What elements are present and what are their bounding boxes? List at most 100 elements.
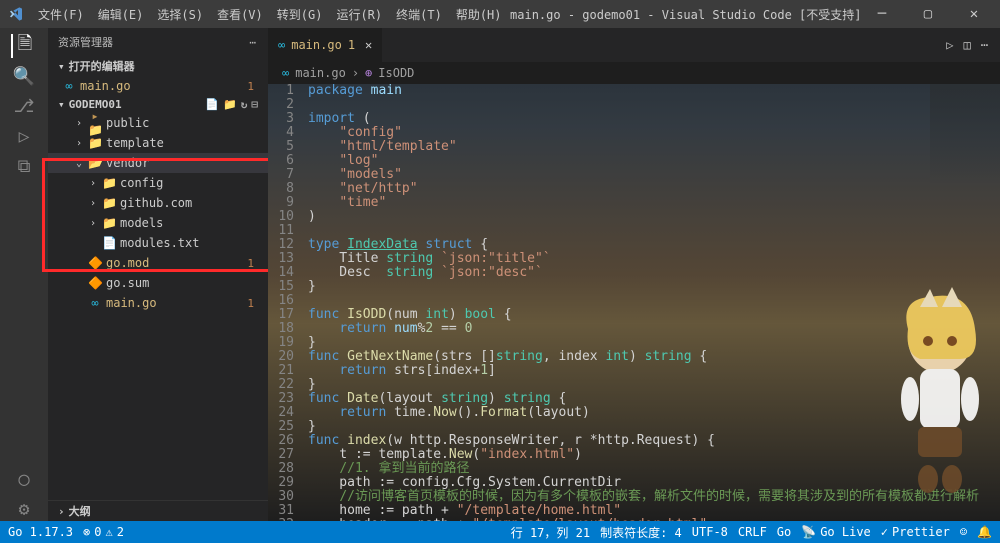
editor-tabs: ∞ main.go 1 ✕ ▷ ◫ ⋯ (268, 28, 1000, 62)
code-line[interactable]: 28 //1. 拿到当前的路径 (268, 462, 1000, 476)
code-line[interactable]: 15} (268, 280, 1000, 294)
status-feedback-icon[interactable]: ☺ (960, 524, 967, 541)
folder-template[interactable]: › 📁 template (48, 133, 268, 153)
status-eol[interactable]: CRLF (738, 524, 767, 541)
settings-gear-icon[interactable]: ⚙ (12, 497, 36, 521)
line-number: 16 (268, 294, 308, 308)
tab-main-go[interactable]: ∞ main.go 1 ✕ (268, 28, 383, 62)
search-icon[interactable]: 🔍 (12, 64, 36, 88)
code-line[interactable]: 14 Desc string `json:"desc"` (268, 266, 1000, 280)
status-problems[interactable]: ⊗0 ⚠2 (83, 525, 124, 539)
go-file-icon: ∞ (88, 296, 102, 310)
chevron-down-icon[interactable]: ▾ (58, 98, 65, 111)
file-modules-txt[interactable]: 📄 modules.txt (48, 233, 268, 253)
folder-models[interactable]: › 📁 models (48, 213, 268, 233)
explorer-icon[interactable]: 🗎 (11, 34, 35, 58)
chevron-right-icon: › (88, 218, 98, 229)
code-line[interactable]: 1package main (268, 84, 1000, 98)
refresh-icon[interactable]: ↻ (241, 98, 248, 111)
split-editor-icon[interactable]: ◫ (964, 38, 971, 52)
code-line[interactable]: 7 "models" (268, 168, 1000, 182)
status-bell-icon[interactable]: 🔔 (977, 524, 992, 541)
folder-config[interactable]: › 📁 config (48, 173, 268, 193)
code-line[interactable]: 18 return num%2 == 0 (268, 322, 1000, 336)
sidebar-more-icon[interactable]: ⋯ (249, 36, 258, 49)
breadcrumb[interactable]: ∞ main.go › ⊕ IsODD (268, 62, 1000, 84)
status-cursor[interactable]: 行 17，列 21 (511, 524, 590, 541)
code-area[interactable]: 1package main23import (4 "config"5 "html… (268, 84, 1000, 521)
close-tab-icon[interactable]: ✕ (365, 38, 372, 52)
line-number: 3 (268, 112, 308, 126)
code-line[interactable]: 16 (268, 294, 1000, 308)
code-line[interactable]: 29 path := config.Cfg.System.CurrentDir (268, 476, 1000, 490)
code-line[interactable]: 6 "log" (268, 154, 1000, 168)
menu-item[interactable]: 终端(T) (390, 4, 448, 25)
code-line[interactable]: 17func IsODD(num int) bool { (268, 308, 1000, 322)
code-line[interactable]: 23func Date(layout string) string { (268, 392, 1000, 406)
chevron-right-icon[interactable]: › (58, 505, 65, 518)
code-line[interactable]: 8 "net/http" (268, 182, 1000, 196)
code-line[interactable]: 21 return strs[index+1] (268, 364, 1000, 378)
code-line[interactable]: 27 t := template.New("index.html") (268, 448, 1000, 462)
code-line[interactable]: 25} (268, 420, 1000, 434)
code-line[interactable]: 9 "time" (268, 196, 1000, 210)
menu-item[interactable]: 转到(G) (271, 4, 329, 25)
code-line[interactable]: 31 home := path + "/template/home.html" (268, 504, 1000, 518)
folder-vendor[interactable]: ⌄ 📂 vendor (48, 153, 268, 173)
collapse-icon[interactable]: ⊟ (251, 98, 258, 111)
code-line[interactable]: 22} (268, 378, 1000, 392)
new-file-icon[interactable]: 📄 (205, 98, 219, 111)
folder-public[interactable]: › ▸📁 public (48, 113, 268, 133)
status-lang[interactable]: Go (777, 524, 791, 541)
code-line[interactable]: 3import ( (268, 112, 1000, 126)
extensions-icon[interactable]: ⧉ (12, 154, 36, 178)
code-line[interactable]: 30 //访问博客首页模板的时候，因为有多个模板的嵌套，解析文件的时候，需要将其… (268, 490, 1000, 504)
line-number: 31 (268, 504, 308, 518)
menu-item[interactable]: 查看(V) (211, 4, 269, 25)
line-number: 5 (268, 140, 308, 154)
code-line[interactable]: 5 "html/template" (268, 140, 1000, 154)
status-encoding[interactable]: UTF-8 (692, 524, 728, 541)
chevron-down-icon[interactable]: ▾ (58, 60, 65, 73)
code-line[interactable]: 20func GetNextName(strs []string, index … (268, 350, 1000, 364)
status-go-version[interactable]: Go 1.17.3 (8, 525, 73, 539)
folder-open-icon: 📂 (88, 156, 102, 170)
open-editor-main-go[interactable]: ∞ main.go 1 (48, 76, 268, 96)
new-folder-icon[interactable]: 📁 (223, 98, 237, 111)
close-button[interactable]: ✕ (956, 6, 992, 22)
menu-item[interactable]: 帮助(H) (450, 4, 508, 25)
file-go-mod[interactable]: 🔶 go.mod 1 (48, 253, 268, 273)
code-line[interactable]: 13 Title string `json:"title"` (268, 252, 1000, 266)
chevron-down-icon: ⌄ (74, 158, 84, 169)
minimap[interactable] (930, 84, 1000, 184)
run-icon[interactable]: ▷ (946, 38, 953, 52)
code-line[interactable]: 4 "config" (268, 126, 1000, 140)
account-icon[interactable]: ◯ (12, 467, 36, 491)
more-actions-icon[interactable]: ⋯ (981, 38, 988, 52)
menu-item[interactable]: 选择(S) (151, 4, 209, 25)
run-debug-icon[interactable]: ▷ (12, 124, 36, 148)
source-control-icon[interactable]: ⎇ (12, 94, 36, 118)
code-line[interactable]: 2 (268, 98, 1000, 112)
code-line[interactable]: 26func index(w http.ResponseWriter, r *h… (268, 434, 1000, 448)
file-go-sum[interactable]: 🔶 go.sum (48, 273, 268, 293)
menu-item[interactable]: 文件(F) (32, 4, 90, 25)
code-line[interactable]: 11 (268, 224, 1000, 238)
folder-githubcom[interactable]: › 📁 github.com (48, 193, 268, 213)
code-line[interactable]: 24 return time.Now().Format(layout) (268, 406, 1000, 420)
menu-item[interactable]: 运行(R) (330, 4, 388, 25)
minimize-button[interactable]: ─ (864, 6, 900, 22)
code-line[interactable]: 10) (268, 210, 1000, 224)
go-file-icon: ∞ (282, 66, 289, 80)
status-indent[interactable]: 制表符长度: 4 (600, 524, 682, 541)
maximize-button[interactable]: ▢ (910, 6, 946, 22)
line-number: 11 (268, 224, 308, 238)
file-main-go[interactable]: ∞ main.go 1 (48, 293, 268, 313)
status-golive[interactable]: 📡Go Live (801, 524, 871, 541)
code-line[interactable]: 32 header := path + "/template/layout/he… (268, 518, 1000, 521)
code-line[interactable]: 12type IndexData struct { (268, 238, 1000, 252)
folder-icon: 📁 (102, 176, 116, 190)
status-prettier[interactable]: ✓Prettier (881, 524, 950, 541)
code-line[interactable]: 19} (268, 336, 1000, 350)
menu-item[interactable]: 编辑(E) (92, 4, 150, 25)
